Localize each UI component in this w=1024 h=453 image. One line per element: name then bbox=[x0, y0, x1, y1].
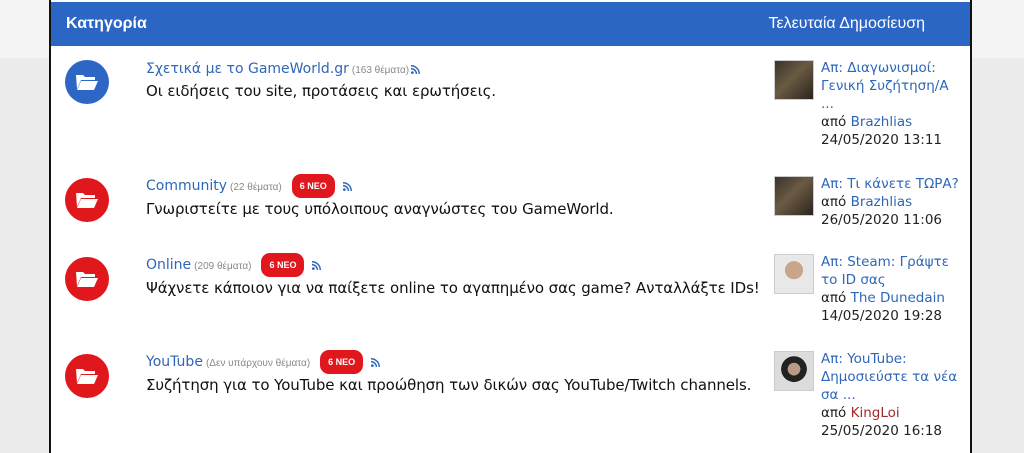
header-category: Κατηγορία bbox=[66, 15, 147, 32]
forum-info: Online (209 θέματα) 6 ΝΕΟ Ψάχνετε κάποιον … bbox=[146, 253, 760, 297]
rss-icon[interactable] bbox=[411, 64, 421, 74]
header-last-post: Τελευταία Δημοσίευση bbox=[768, 15, 925, 32]
forum-title-link[interactable]: Σχετικά με το GameWorld.gr bbox=[146, 61, 349, 77]
by-label: από bbox=[821, 194, 847, 210]
topic-count: (Δεν υπάρχουν θέματα) bbox=[205, 357, 311, 369]
last-post-info: Απ: Τι κάνετε ΤΩΡΑ? από Brazhlias 26/05/… bbox=[821, 175, 961, 229]
forum-info: Community (22 θέματα) 6 ΝΕΟ Γνωριστείτε με… bbox=[146, 174, 746, 218]
last-user-link[interactable]: The Dunedain bbox=[851, 290, 945, 306]
folder-icon[interactable] bbox=[65, 178, 109, 222]
forum-info: Σχετικά με το GameWorld.gr (163 θέματα) Ο… bbox=[146, 60, 746, 100]
last-topic-link[interactable]: Απ: Διαγωνισμοί: Γενική Συζήτηση/Α ... bbox=[821, 60, 949, 112]
rss-icon[interactable] bbox=[342, 181, 352, 191]
topic-count: (163 θέματα) bbox=[351, 65, 410, 76]
folder-icon[interactable] bbox=[65, 60, 109, 104]
forum-category-panel: Κατηγορία Τελευταία Δημοσίευση Σχετικά μ… bbox=[49, 0, 972, 453]
user-avatar[interactable] bbox=[774, 176, 814, 216]
last-post-date: 26/05/2020 11:06 bbox=[821, 212, 943, 228]
new-posts-badge[interactable]: 6 ΝΕΟ bbox=[261, 253, 305, 277]
topic-count: (209 θέματα) bbox=[194, 260, 252, 272]
rss-icon[interactable] bbox=[371, 357, 381, 367]
forum-title-link[interactable]: Community bbox=[146, 178, 227, 194]
new-posts-badge[interactable]: 6 ΝΕΟ bbox=[320, 350, 364, 374]
page-background-right bbox=[972, 58, 1024, 453]
last-topic-link[interactable]: Απ: Τι κάνετε ΤΩΡΑ? bbox=[821, 176, 959, 192]
last-post-info: Απ: Steam: Γράψτε το ID σας από The Dune… bbox=[821, 253, 961, 325]
last-post-date: 14/05/2020 19:28 bbox=[821, 308, 943, 324]
forum-title-link[interactable]: YouTube bbox=[146, 354, 203, 370]
forum-description: Οι ειδήσεις του site, προτάσεις και ερωτ… bbox=[146, 82, 496, 100]
new-posts-badge[interactable]: 6 ΝΕΟ bbox=[291, 174, 335, 198]
last-post-info: Απ: Διαγωνισμοί: Γενική Συζήτηση/Α ... α… bbox=[821, 59, 961, 149]
last-post-info: Απ: YouTube: Δημοσιεύστε τα νέα σα ... α… bbox=[821, 350, 961, 440]
topic-count: (22 θέματα) bbox=[230, 181, 282, 193]
last-user-link[interactable]: Brazhlias bbox=[851, 194, 913, 210]
forum-info: YouTube (Δεν υπάρχουν θέματα) 6 ΝΕΟ Συζήτη… bbox=[146, 350, 752, 394]
by-label: από bbox=[821, 405, 847, 421]
folder-icon[interactable] bbox=[65, 354, 109, 398]
forum-description: Γνωριστείτε με τους υπόλοιπους αναγνώστε… bbox=[146, 200, 614, 218]
user-avatar[interactable] bbox=[774, 254, 814, 294]
user-avatar[interactable] bbox=[774, 351, 814, 391]
forum-description: Ψάχνετε κάποιον για να παίξετε online το… bbox=[146, 279, 760, 297]
user-avatar[interactable] bbox=[774, 60, 814, 100]
last-topic-link[interactable]: Απ: Steam: Γράψτε το ID σας bbox=[821, 254, 949, 288]
folder-icon[interactable] bbox=[65, 257, 109, 301]
table-header: Κατηγορία Τελευταία Δημοσίευση bbox=[51, 2, 970, 46]
forum-description: Συζήτηση για το YouTube και προώθηση των… bbox=[146, 376, 752, 394]
forum-title-link[interactable]: Online bbox=[146, 257, 191, 273]
page-background-left bbox=[0, 58, 50, 453]
last-user-link[interactable]: KingLoi bbox=[851, 405, 900, 421]
forum-row: YouTube (Δεν υπάρχουν θέματα) 6 ΝΕΟ Συζήτη… bbox=[51, 340, 970, 439]
by-label: από bbox=[821, 290, 847, 306]
forum-row: Σχετικά με το GameWorld.gr (163 θέματα) Ο… bbox=[51, 46, 970, 148]
last-topic-link[interactable]: Απ: YouTube: Δημοσιεύστε τα νέα σα ... bbox=[821, 351, 957, 403]
forum-row: Online (209 θέματα) 6 ΝΕΟ Ψάχνετε κάποιον … bbox=[51, 243, 970, 339]
by-label: από bbox=[821, 114, 847, 130]
last-post-date: 24/05/2020 13:11 bbox=[821, 132, 943, 148]
last-user-link[interactable]: Brazhlias bbox=[851, 114, 913, 130]
rss-icon[interactable] bbox=[312, 260, 322, 270]
last-post-date: 25/05/2020 16:18 bbox=[821, 423, 943, 439]
